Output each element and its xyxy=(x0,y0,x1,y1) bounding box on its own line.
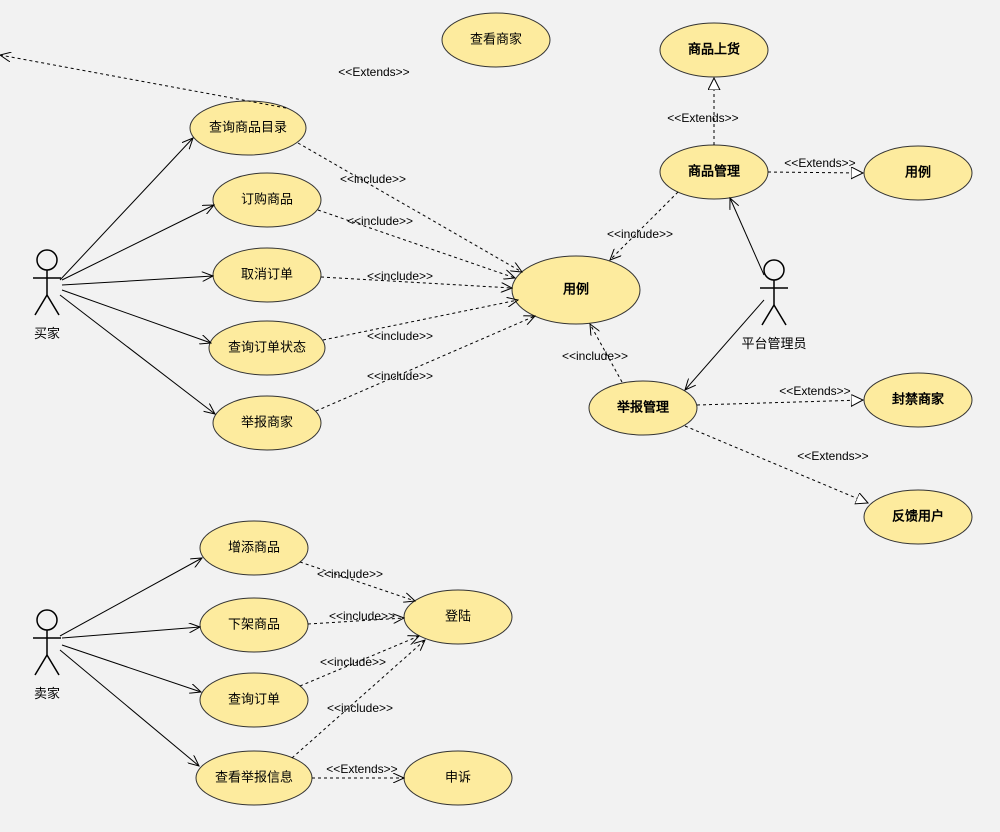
svg-text:封禁商家: 封禁商家 xyxy=(892,391,945,406)
use-case-diagram: 买家 卖家 平台管理员 查看商家 查询商品目录 订购商品 取消订单 查询订单状态 xyxy=(0,0,1000,832)
actor-buyer-label: 买家 xyxy=(34,326,60,341)
assoc-buyer-order xyxy=(62,205,214,280)
usecase-view-merchant[interactable]: 查看商家 xyxy=(442,13,550,67)
usecase-order-goods[interactable]: 订购商品 xyxy=(213,173,321,227)
label-inc-query: <<include>> xyxy=(320,655,386,669)
label-include-4: <<include>> xyxy=(367,329,433,343)
svg-text:登陆: 登陆 xyxy=(445,608,471,623)
svg-text:查看举报信息: 查看举报信息 xyxy=(215,769,293,784)
svg-text:查询订单状态: 查询订单状态 xyxy=(228,339,306,354)
ext-reportmgr-ban xyxy=(697,400,863,405)
svg-text:下架商品: 下架商品 xyxy=(228,616,280,631)
usecase-view-report-info[interactable]: 查看举报信息 xyxy=(196,751,312,805)
label-include-3: <<include>> xyxy=(367,269,433,283)
actor-seller[interactable] xyxy=(33,610,61,675)
usecase-goods-upload[interactable]: 商品上货 xyxy=(660,23,768,77)
usecase-add-goods[interactable]: 增添商品 xyxy=(200,521,308,575)
usecase-query-order-status[interactable]: 查询订单状态 xyxy=(209,321,325,375)
ext-manage-right xyxy=(768,172,863,173)
svg-text:商品上货: 商品上货 xyxy=(688,41,740,56)
label-inc-remove: <<include>> xyxy=(329,609,395,623)
assoc-admin-goodsmgr xyxy=(730,198,764,275)
actor-buyer[interactable] xyxy=(33,250,61,315)
svg-text:举报管理: 举报管理 xyxy=(616,399,669,414)
svg-text:查询订单: 查询订单 xyxy=(228,691,280,706)
assoc-buyer-catalog xyxy=(60,138,193,280)
inc-manage-central xyxy=(610,192,678,260)
svg-text:反馈用户: 反馈用户 xyxy=(892,508,944,523)
label-include-reportmgr: <<include>> xyxy=(562,349,628,363)
include-catalog-central xyxy=(298,143,522,272)
label-include-manage: <<include>> xyxy=(607,227,673,241)
usecase-cancel-order[interactable]: 取消订单 xyxy=(213,248,321,302)
assoc-seller-add xyxy=(60,558,202,636)
usecase-remove-goods[interactable]: 下架商品 xyxy=(200,598,308,652)
svg-text:申诉: 申诉 xyxy=(445,769,471,784)
label-extends-appeal: <<Extends>> xyxy=(326,762,397,776)
usecase-central[interactable]: 用例 xyxy=(512,256,640,324)
assoc-buyer-cancel xyxy=(62,276,213,285)
svg-text:用例: 用例 xyxy=(904,164,931,179)
svg-text:举报商家: 举报商家 xyxy=(241,414,293,429)
extends-catalog-viewmerchant xyxy=(0,55,286,108)
usecase-right[interactable]: 用例 xyxy=(864,146,972,200)
ext-reportmgr-feedback xyxy=(685,426,868,503)
label-extends-feedback: <<Extends>> xyxy=(797,449,868,463)
usecase-ban-merchant[interactable]: 封禁商家 xyxy=(864,373,972,427)
svg-text:订购商品: 订购商品 xyxy=(241,191,293,206)
usecase-appeal[interactable]: 申诉 xyxy=(404,751,512,805)
actor-seller-label: 卖家 xyxy=(34,686,60,701)
usecase-feedback-user[interactable]: 反馈用户 xyxy=(864,490,972,544)
usecase-query-orders[interactable]: 查询订单 xyxy=(200,673,308,727)
usecase-login[interactable]: 登陆 xyxy=(404,590,512,644)
label-include-2: <<include>> xyxy=(347,214,413,228)
label-extends-ban: <<Extends>> xyxy=(779,384,850,398)
svg-text:增添商品: 增添商品 xyxy=(228,539,280,554)
label-include-1: <<include>> xyxy=(340,172,406,186)
assoc-seller-remove xyxy=(62,627,200,638)
svg-text:用例: 用例 xyxy=(562,281,589,296)
label-inc-viewreport: <<include>> xyxy=(327,701,393,715)
actor-admin[interactable] xyxy=(760,260,788,325)
usecase-report-manage[interactable]: 举报管理 xyxy=(589,381,697,435)
svg-text:查询商品目录: 查询商品目录 xyxy=(209,119,287,134)
assoc-buyer-status xyxy=(62,290,211,343)
usecase-report-merchant[interactable]: 举报商家 xyxy=(213,396,321,450)
usecase-browse-catalog[interactable]: 查询商品目录 xyxy=(190,101,306,155)
svg-text:商品管理: 商品管理 xyxy=(688,163,740,178)
usecase-goods-manage[interactable]: 商品管理 xyxy=(660,145,768,199)
svg-text:取消订单: 取消订单 xyxy=(241,266,293,281)
label-include-5: <<include>> xyxy=(367,369,433,383)
label-extends-1: <<Extends>> xyxy=(338,65,409,79)
assoc-buyer-report xyxy=(60,295,215,414)
svg-text:查看商家: 查看商家 xyxy=(470,31,522,46)
label-inc-add: <<include>> xyxy=(317,567,383,581)
label-extends-upload: <<Extends>> xyxy=(667,111,738,125)
label-extends-right: <<Extends>> xyxy=(784,156,855,170)
actor-admin-label: 平台管理员 xyxy=(741,336,806,351)
